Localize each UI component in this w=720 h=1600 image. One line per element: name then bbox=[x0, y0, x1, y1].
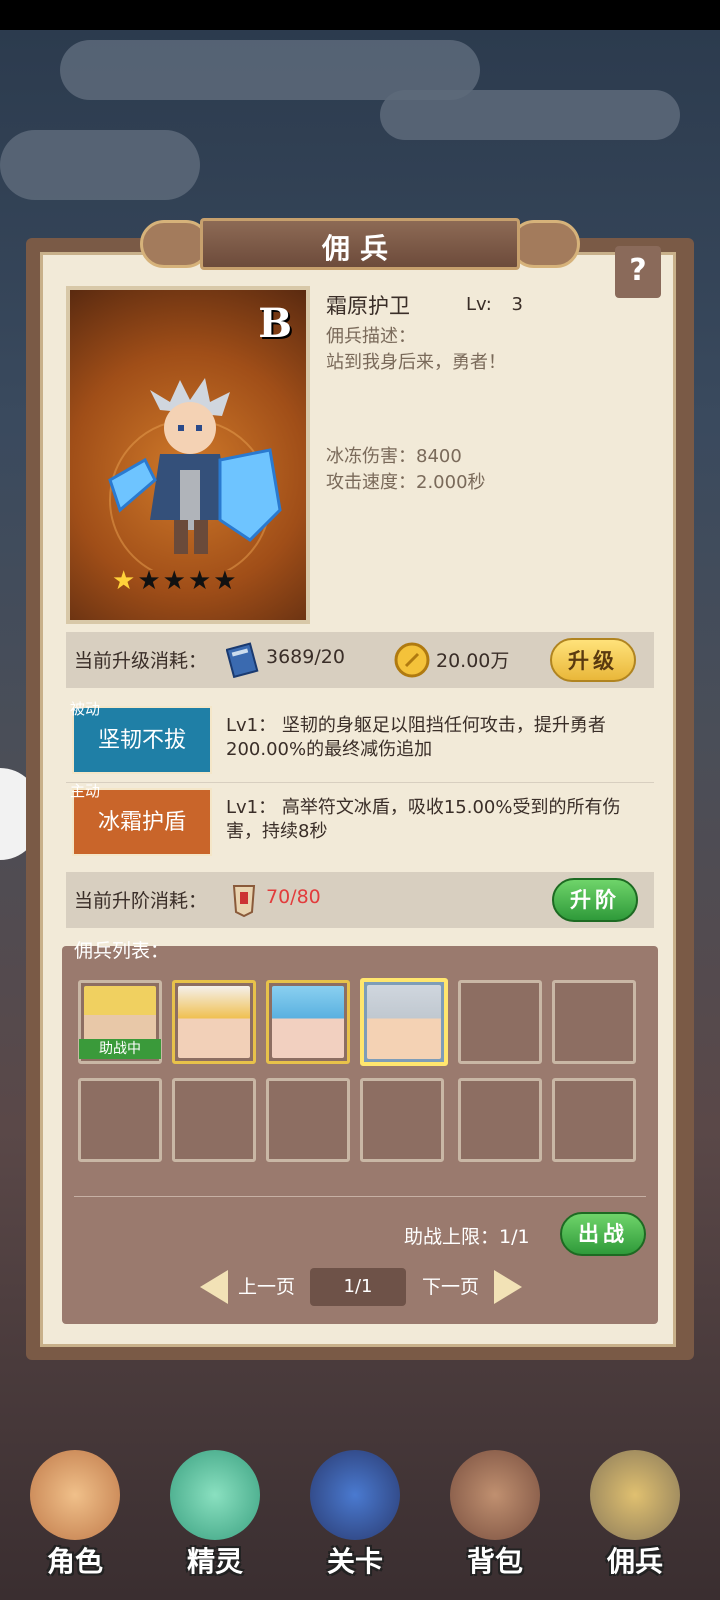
page-indicator: 1/1 bbox=[310, 1268, 406, 1306]
advance-cost-bar: 当前升阶消耗： 70/80 升阶 bbox=[66, 872, 654, 928]
level-value: 3 bbox=[511, 294, 523, 315]
nav-bag-label: 背包 bbox=[466, 1545, 523, 1578]
mercenary-portrait bbox=[272, 986, 344, 1058]
active-skill-name: 冰霜护盾 bbox=[97, 810, 186, 835]
title-plate: 佣兵 bbox=[200, 218, 520, 270]
nav-character-label: 角色 bbox=[46, 1545, 103, 1578]
active-skill-tag: 主动 bbox=[70, 782, 101, 800]
nav-mercenary[interactable]: 佣兵 bbox=[570, 1420, 700, 1600]
nav-stage[interactable]: 关卡 bbox=[290, 1420, 420, 1600]
nav-spirit[interactable]: 精灵 bbox=[150, 1420, 280, 1600]
divider bbox=[74, 1196, 646, 1197]
mercenary-slot-9[interactable] bbox=[266, 1078, 350, 1162]
passive-skill-desc: Lv1： 坚韧的身躯足以阻挡任何攻击，提升勇者200.00%的最终减伤追加 bbox=[226, 715, 606, 760]
stat-attack-speed: 攻击速度：2.000秒 bbox=[326, 472, 486, 493]
book-cost: 3689/20 bbox=[266, 646, 345, 668]
star-empty-icon: ★ bbox=[162, 566, 188, 596]
mercenary-slot-8[interactable] bbox=[172, 1078, 256, 1162]
banner-right-ornament bbox=[510, 220, 580, 268]
upgrade-button[interactable]: 升级 bbox=[550, 638, 636, 682]
mercenary-icon bbox=[590, 1450, 680, 1540]
advance-token-icon bbox=[232, 885, 256, 918]
assist-limit-label: 助战上限：1/1 bbox=[404, 1226, 530, 1248]
deploy-button[interactable]: 出战 bbox=[560, 1212, 646, 1256]
mercenary-slot-12[interactable] bbox=[552, 1078, 636, 1162]
stage-icon bbox=[310, 1450, 400, 1540]
mercenary-slot-10[interactable] bbox=[360, 1078, 444, 1162]
hero-card: B ★★★★★ bbox=[66, 286, 310, 624]
description-text: 站到我身后来，勇者！ bbox=[326, 352, 506, 373]
spirit-icon bbox=[170, 1450, 260, 1540]
hero-portrait bbox=[108, 378, 282, 570]
bag-icon bbox=[450, 1450, 540, 1540]
upgrade-cost-label: 当前升级消耗： bbox=[74, 650, 208, 672]
level-display: Lv: 3 bbox=[466, 294, 523, 315]
gold-coin-icon bbox=[394, 642, 430, 678]
nav-mercenary-label: 佣兵 bbox=[606, 1545, 663, 1578]
title-banner: 佣兵 bbox=[140, 210, 580, 278]
advance-cost-label: 当前升阶消耗： bbox=[74, 890, 208, 912]
bottom-nav: 角色 精灵 关卡 背包 佣兵 bbox=[0, 1420, 720, 1600]
skill-book-icon bbox=[226, 642, 259, 678]
mercenary-portrait bbox=[367, 985, 441, 1059]
assist-badge: 助战中 bbox=[79, 1039, 161, 1059]
next-page-arrow-icon[interactable] bbox=[494, 1270, 522, 1304]
nav-stage-label: 关卡 bbox=[326, 1545, 383, 1578]
level-label: Lv: bbox=[466, 294, 492, 315]
advance-cost-count: 70/80 bbox=[266, 886, 321, 908]
nav-bag[interactable]: 背包 bbox=[430, 1420, 560, 1600]
mercenary-slot-2[interactable] bbox=[172, 980, 256, 1064]
star-empty-icon: ★ bbox=[187, 566, 214, 596]
mercenary-slot-7[interactable] bbox=[78, 1078, 162, 1162]
prev-page-arrow-icon[interactable] bbox=[200, 1270, 228, 1304]
mercenary-slot-6[interactable] bbox=[552, 980, 636, 1064]
stat-freeze-damage: 冰冻伤害：8400 bbox=[326, 446, 462, 467]
passive-skill-name: 坚韧不拔 bbox=[97, 728, 186, 753]
mercenary-list-title: 佣兵列表： bbox=[74, 940, 170, 962]
mercenary-slot-3[interactable] bbox=[266, 980, 350, 1064]
skill-row-active: 冰霜护盾 主动 Lv1： 高举符文冰盾，吸收15.00%受到的所有伤害，持续8秒 bbox=[66, 782, 654, 864]
star-empty-icon: ★ bbox=[137, 566, 163, 596]
upgrade-cost-bar: 当前升级消耗： 3689/20 20.00万 升级 bbox=[66, 632, 654, 688]
description-label: 佣兵描述： bbox=[326, 326, 416, 347]
character-icon bbox=[30, 1450, 120, 1540]
page-title: 佣兵 bbox=[321, 232, 398, 265]
status-bar bbox=[0, 0, 720, 30]
mercenary-slot-5[interactable] bbox=[458, 980, 542, 1064]
mercenary-slot-1[interactable]: 助战中 bbox=[78, 980, 162, 1064]
mercenary-slot-4-selected[interactable] bbox=[360, 978, 448, 1066]
passive-skill-tag: 被动 bbox=[70, 700, 101, 718]
nav-character[interactable]: 角色 bbox=[10, 1420, 140, 1600]
star-empty-icon: ★ bbox=[213, 566, 239, 596]
next-page-button[interactable]: 下一页 bbox=[422, 1272, 479, 1299]
mercenary-info: 霜原护卫 Lv: 3 佣兵描述： 站到我身后来，勇者！ 冰冻伤害：8400 攻击… bbox=[326, 290, 666, 496]
mercenary-slot-11[interactable] bbox=[458, 1078, 542, 1162]
advance-button[interactable]: 升阶 bbox=[552, 878, 638, 922]
star-rating: ★★★★★ bbox=[112, 566, 239, 596]
prev-page-button[interactable]: 上一页 bbox=[238, 1272, 295, 1299]
active-skill-desc: Lv1： 高举符文冰盾，吸收15.00%受到的所有伤害，持续8秒 bbox=[226, 797, 621, 842]
mercenary-portrait bbox=[178, 986, 250, 1058]
gold-cost: 20.00万 bbox=[436, 650, 510, 672]
nav-spirit-label: 精灵 bbox=[186, 1545, 243, 1578]
star-filled-icon: ★ bbox=[112, 566, 138, 596]
skill-row-passive: 坚韧不拔 被动 Lv1： 坚韧的身躯足以阻挡任何攻击，提升勇者200.00%的最… bbox=[66, 700, 654, 783]
grade-badge: B bbox=[258, 300, 292, 347]
